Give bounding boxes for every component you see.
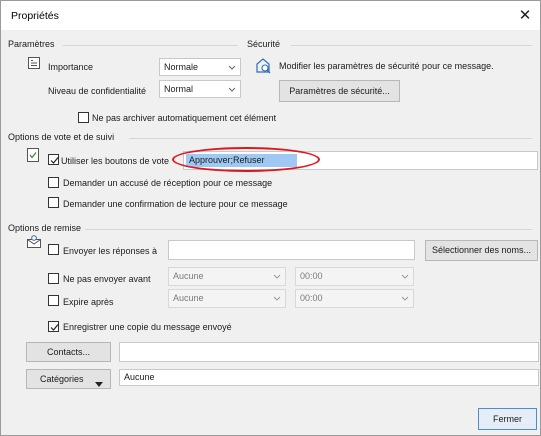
envoyer-reponses-label: Envoyer les réponses à [63, 246, 158, 256]
expire-time: 00:00 [300, 293, 323, 303]
ne-pas-envoyer-date: Aucune [173, 271, 204, 281]
parametres-heading: Paramètres [8, 39, 55, 49]
window-title: Propriétés [11, 10, 59, 22]
envoyer-reponses-input[interactable] [168, 240, 415, 260]
enregistrer-copie-checkbox[interactable] [48, 321, 59, 332]
fermer-button[interactable]: Fermer [478, 408, 537, 430]
chevron-down-icon [271, 292, 283, 304]
chevron-down-icon [226, 83, 238, 95]
selectionner-noms-button[interactable]: Sélectionner des noms... [425, 240, 538, 261]
ne-pas-archiver-label: Ne pas archiver automatiquement cet élém… [92, 113, 277, 123]
importance-label: Importance [48, 62, 94, 72]
expire-date-select[interactable]: Aucune [168, 289, 286, 308]
use-vote-label: Utiliser les boutons de vote [61, 156, 170, 166]
securite-heading: Sécurité [247, 39, 281, 49]
categories-label: Catégories [40, 374, 84, 384]
contacts-input[interactable] [119, 342, 539, 362]
confirmation-lecture-label: Demander une confirmation de lecture pou… [63, 199, 288, 209]
categories-value: Aucune [124, 372, 155, 382]
confidentialite-label: Niveau de confidentialité [48, 86, 147, 96]
chevron-down-icon [271, 270, 283, 282]
expire-label: Expire après [63, 297, 114, 307]
expire-time-select[interactable]: 00:00 [295, 289, 414, 308]
importance-select[interactable]: Normale [159, 58, 241, 76]
ne-pas-archiver-checkbox[interactable] [78, 112, 89, 123]
ne-pas-envoyer-time: 00:00 [300, 271, 323, 281]
confidentialite-select[interactable]: Normal [159, 80, 241, 98]
parametres-securite-button[interactable]: Paramètres de sécurité... [279, 80, 400, 102]
categories-input[interactable]: Aucune [119, 369, 539, 386]
confirmation-lecture-checkbox[interactable] [48, 197, 59, 208]
envoyer-reponses-checkbox[interactable] [48, 244, 59, 255]
remise-heading: Options de remise [8, 223, 82, 233]
securite-divider [291, 45, 532, 46]
properties-dialog: Propriétés ✕ Paramètres Importance Norma… [0, 0, 541, 436]
chevron-down-icon [399, 292, 411, 304]
vote-divider [129, 138, 532, 139]
close-button[interactable]: ✕ [516, 7, 534, 25]
ne-pas-envoyer-label: Ne pas envoyer avant [63, 274, 151, 284]
vote-heading: Options de vote et de suivi [8, 132, 115, 142]
importance-value: Normale [164, 62, 199, 72]
title-bar: Propriétés ✕ [1, 1, 540, 30]
confidentialite-value: Normal [164, 84, 194, 94]
use-vote-checkbox[interactable] [48, 154, 59, 165]
security-lock-icon [254, 56, 272, 74]
chevron-down-icon [226, 61, 238, 73]
categories-button[interactable]: Catégories [26, 369, 111, 389]
ne-pas-envoyer-checkbox[interactable] [48, 273, 59, 284]
parametres-divider [63, 45, 238, 46]
vote-icon [26, 147, 40, 163]
securite-text: Modifier les paramètres de sécurité pour… [279, 61, 494, 71]
expire-date: Aucune [173, 293, 204, 303]
caret-down-icon [95, 376, 103, 387]
chevron-down-icon [399, 270, 411, 282]
expire-checkbox[interactable] [48, 295, 59, 306]
delivery-icon [26, 235, 42, 249]
annotation-ellipse [172, 147, 320, 172]
accuse-reception-label: Demander un accusé de réception pour ce … [63, 178, 273, 188]
flag-icon [27, 56, 41, 70]
accuse-reception-checkbox[interactable] [48, 177, 59, 188]
contacts-button[interactable]: Contacts... [26, 342, 111, 362]
ne-pas-envoyer-time-select[interactable]: 00:00 [295, 267, 414, 286]
ne-pas-envoyer-date-select[interactable]: Aucune [168, 267, 286, 286]
enregistrer-copie-label: Enregistrer une copie du message envoyé [63, 322, 232, 332]
remise-divider [85, 229, 532, 230]
